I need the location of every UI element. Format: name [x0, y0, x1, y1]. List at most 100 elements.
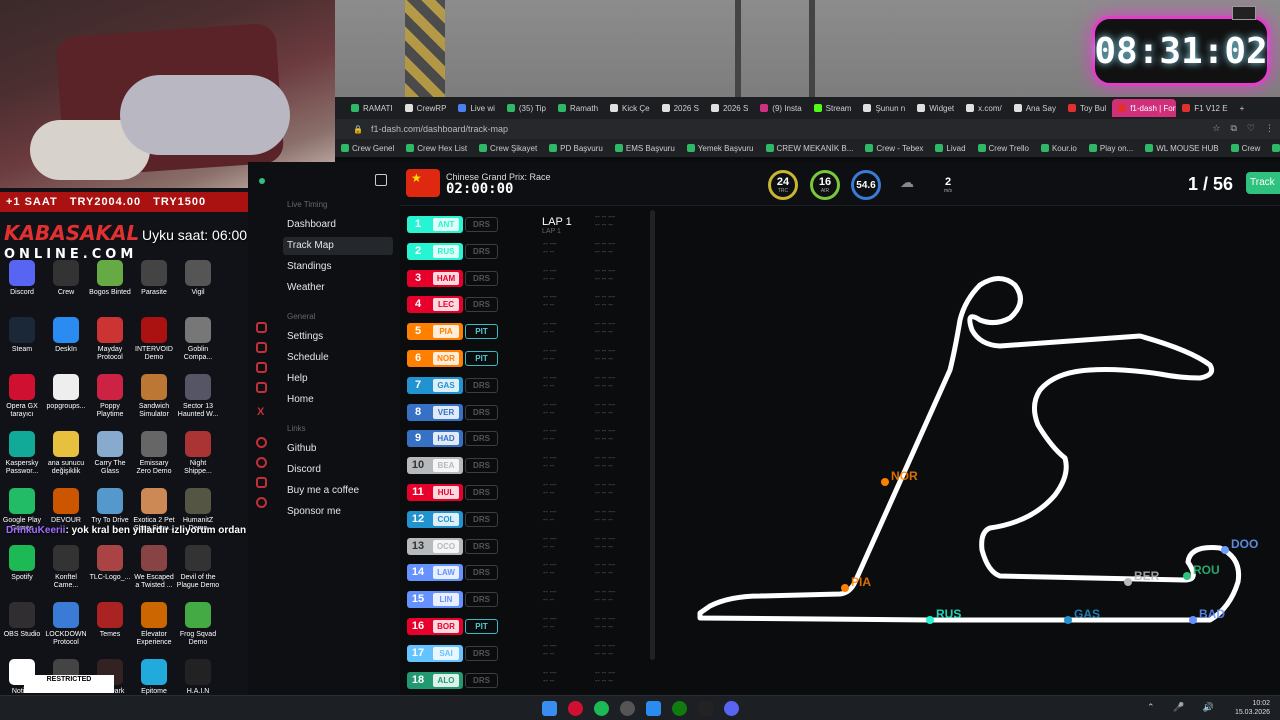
bookmark-item[interactable]: Crew Trello: [977, 144, 1029, 153]
browser-tab[interactable]: Stream: [808, 99, 858, 117]
leaderboard-row[interactable]: 10 BEA DRS -- --- -- -- -- -- --- -- -- --: [407, 455, 647, 477]
browser-tab[interactable]: Kick Çe: [604, 99, 656, 117]
leaderboard-row[interactable]: 3 HAM DRS -- --- -- -- -- -- --- -- -- --: [407, 268, 647, 290]
desktop-icon[interactable]: Try To Drive: [88, 488, 132, 525]
spotify-icon[interactable]: [594, 701, 609, 716]
x-icon[interactable]: X: [257, 406, 264, 418]
new-tab-button[interactable]: +: [1234, 99, 1251, 117]
desktop-icon[interactable]: Devil of the Plague Demo: [176, 545, 220, 590]
start-icon[interactable]: [542, 701, 557, 716]
browser-tab[interactable]: (35) Tip: [501, 99, 552, 117]
desktop-icon[interactable]: Discord: [0, 260, 44, 297]
address-bar[interactable]: 🔒 f1-dash.com/dashboard/track-map ☆ ⧉ ♡ …: [335, 119, 1280, 139]
browser-tab[interactable]: Toy Bul: [1062, 99, 1112, 117]
nav-github[interactable]: Github: [283, 440, 393, 458]
browser-tab[interactable]: CrewRP: [399, 99, 453, 117]
desktop-icon[interactable]: Mayday Protocol: [88, 317, 132, 362]
leaderboard-row[interactable]: 5 PIA PIT -- --- -- -- -- -- --- -- -- --: [407, 321, 647, 343]
bookmark-item[interactable]: Crew Genel: [341, 144, 394, 153]
clock-icon[interactable]: [256, 457, 267, 468]
bookmark-item[interactable]: Yemek Başvuru: [686, 144, 754, 153]
browser-tab[interactable]: RAMATI: [345, 99, 399, 117]
browser-tab[interactable]: (9) Insta: [754, 99, 807, 117]
globe-icon[interactable]: [256, 437, 267, 448]
desktop-icon[interactable]: ana sunucu değişiklik: [44, 431, 88, 476]
leaderboard-row[interactable]: 11 HUL DRS -- --- -- -- -- -- --- -- -- --: [407, 482, 647, 504]
desktop-icon[interactable]: Bogos Binted: [88, 260, 132, 297]
desktop-icon[interactable]: Parasite: [132, 260, 176, 297]
desktop-icon[interactable]: Crew: [44, 260, 88, 297]
clock-tray[interactable]: 10:02 15.03.2026: [1235, 699, 1270, 717]
desktop-icon[interactable]: H.A.I.N: [176, 659, 220, 696]
browser-tab[interactable]: Ana Say: [1008, 99, 1062, 117]
desktop-icon[interactable]: Carry The Glass: [88, 431, 132, 476]
desktop-icon[interactable]: Frog Sqvad Demo: [176, 602, 220, 647]
nav-discord[interactable]: Discord: [283, 461, 393, 479]
opera-icon[interactable]: [568, 701, 583, 716]
desktop-icon[interactable]: Goblin Compa...: [176, 317, 220, 362]
refresh-icon[interactable]: [256, 322, 267, 333]
tray-icons[interactable]: ⌃ 🎤 🔊: [1147, 702, 1222, 713]
browser-tab[interactable]: Şunun n: [857, 99, 911, 117]
desktop-icon[interactable]: TLC-Logo_...: [88, 545, 132, 582]
desktop-icon[interactable]: DeskIn: [44, 317, 88, 354]
leaderboard-row[interactable]: 6 NOR PIT -- --- -- -- -- -- --- -- -- --: [407, 348, 647, 370]
url-text[interactable]: f1-dash.com/dashboard/track-map: [371, 124, 508, 134]
browser-tab[interactable]: Widget: [911, 99, 960, 117]
track-map[interactable]: NOR PIA RUS GAS BER ROU DOO BAD: [660, 210, 1280, 695]
sidebar-toggle-icon[interactable]: [375, 174, 387, 186]
leaderboard-scrollbar[interactable]: [650, 210, 655, 660]
leaderboard-row[interactable]: 13 OCO DRS -- --- -- -- -- -- --- -- -- --: [407, 536, 647, 558]
desktop-icon[interactable]: Steam: [0, 317, 44, 354]
leaderboard-row[interactable]: 2 RUS DRS -- --- -- -- -- -- --- -- -- --: [407, 241, 647, 263]
nav-buy-coffee[interactable]: Buy me a coffee: [283, 482, 393, 500]
leaderboard-row[interactable]: 12 COL DRS -- --- -- -- -- -- --- -- -- --: [407, 509, 647, 531]
nav-home[interactable]: Home: [283, 391, 393, 409]
desktop-icon[interactable]: Sandwich Simulator: [132, 374, 176, 419]
desktop-icon[interactable]: We Escaped a Twisted ...: [132, 545, 176, 590]
leaderboard-row[interactable]: 18 ALO DRS -- --- -- -- -- -- --- -- -- --: [407, 670, 647, 692]
browser-tab[interactable]: Ramath: [552, 99, 604, 117]
settings-icon[interactable]: [256, 497, 267, 508]
bookmark-item[interactable]: Crew Şikayet: [479, 144, 537, 153]
leaderboard-row[interactable]: 1 ANT DRS -- -- --- -- -- --: [407, 214, 647, 236]
nav-sponsor[interactable]: Sponsor me: [283, 503, 393, 521]
bookmark-item[interactable]: Crew: [1230, 144, 1260, 153]
desktop-icon[interactable]: popgroups...: [44, 374, 88, 411]
track-status-button[interactable]: Track: [1246, 172, 1280, 194]
desktop-icon[interactable]: DEVOUR: [44, 488, 88, 525]
panel-icon[interactable]: [256, 382, 267, 393]
bookmark-item[interactable]: Play on...: [1088, 144, 1133, 153]
leaderboard-row[interactable]: 17 SAI DRS -- --- -- -- -- -- --- -- -- --: [407, 643, 647, 665]
leaderboard-row[interactable]: 9 HAD DRS -- --- -- -- -- -- --- -- -- --: [407, 428, 647, 450]
browser-tab[interactable]: 2026 S: [705, 99, 754, 117]
desktop-icon[interactable]: Sector 13 Haunted W...: [176, 374, 220, 419]
nav-weather[interactable]: Weather: [283, 279, 393, 297]
stack-icon[interactable]: [256, 362, 267, 373]
leaderboard-row[interactable]: 7 GAS DRS -- --- -- -- -- -- --- -- -- --: [407, 375, 647, 397]
bookmark-item[interactable]: Crew - Tebex: [865, 144, 923, 153]
browser-tab[interactable]: f1-dash | Formu: [1112, 99, 1177, 117]
nav-help[interactable]: Help: [283, 370, 393, 388]
browser-tab[interactable]: F1 V12 E: [1176, 99, 1233, 117]
obs-icon[interactable]: [620, 701, 635, 716]
nav-track-map[interactable]: Track Map: [283, 237, 393, 255]
layers-icon[interactable]: [256, 342, 267, 353]
desktop-icon[interactable]: Poppy Playtime: [88, 374, 132, 419]
bookmark-item[interactable]: Livad: [935, 144, 966, 153]
heart-icon[interactable]: ♡: [1247, 123, 1255, 134]
leaderboard-row[interactable]: 14 LAW DRS -- --- -- -- -- -- --- -- -- --: [407, 562, 647, 584]
bookmark-star-icon[interactable]: ☆: [1212, 123, 1220, 134]
desktop-icon[interactable]: Night Shippe...: [176, 431, 220, 476]
desktop-icon[interactable]: INTERVOID Demo: [132, 317, 176, 362]
desktop-icon[interactable]: Emissary Zero Demo: [132, 431, 176, 476]
desktop-icon[interactable]: Spotify: [0, 545, 44, 582]
epic-icon[interactable]: [698, 701, 713, 716]
nav-dashboard[interactable]: Dashboard: [283, 216, 393, 234]
bookmark-item[interactable]: EMS Başvuru: [614, 144, 675, 153]
leaderboard-row[interactable]: 16 BOR PIT -- --- -- -- -- -- --- -- -- --: [407, 616, 647, 638]
bookmark-item[interactable]: Kour.io: [1040, 144, 1077, 153]
browser-tab[interactable]: x.com/: [960, 99, 1008, 117]
bookmark-item[interactable]: Crew Hex List: [406, 144, 467, 153]
menu-icon[interactable]: ⋮: [1265, 123, 1274, 134]
